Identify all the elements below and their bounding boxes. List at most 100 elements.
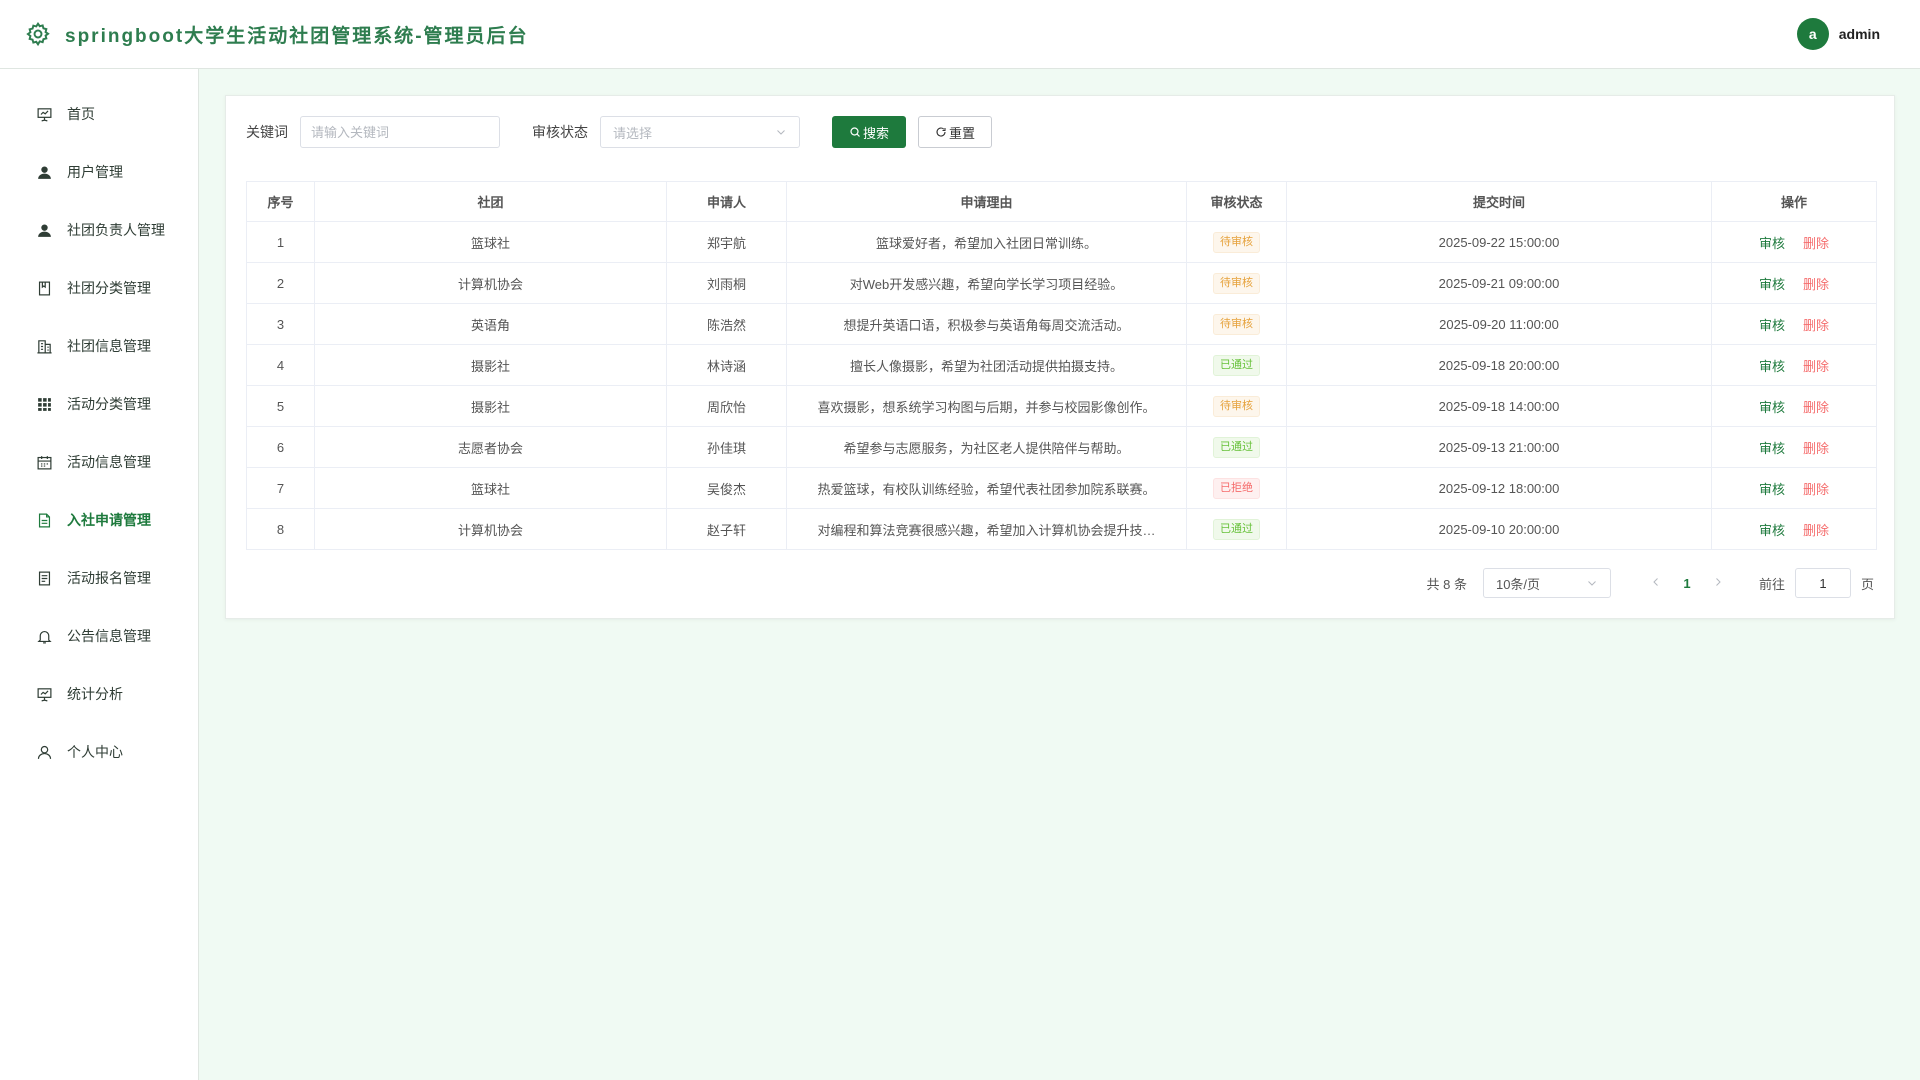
cell-time: 2025-09-20 11:00:00 <box>1286 303 1712 345</box>
sidebar-item-label: 社团分类管理 <box>67 280 151 296</box>
username[interactable]: admin <box>1839 26 1880 42</box>
presentation-icon <box>35 105 53 123</box>
cell-applicant: 郑宇航 <box>666 221 787 263</box>
column-header: 申请人 <box>666 181 787 222</box>
prev-page-button[interactable] <box>1645 576 1667 591</box>
goto-page-input[interactable] <box>1794 568 1851 598</box>
cell-applicant: 吴俊杰 <box>666 467 787 509</box>
cell-club: 篮球社 <box>314 221 667 263</box>
cell-actions: 审核 删除 <box>1711 303 1877 345</box>
sidebar-item-label: 公告信息管理 <box>67 628 151 644</box>
search-icon <box>850 127 860 137</box>
review-link[interactable]: 审核 <box>1759 400 1785 415</box>
chevron-right-icon <box>1716 577 1721 586</box>
cell-applicant: 陈浩然 <box>666 303 787 345</box>
sidebar-item-home[interactable]: 首页 <box>0 85 198 143</box>
delete-link[interactable]: 删除 <box>1803 236 1829 251</box>
delete-link[interactable]: 删除 <box>1803 400 1829 415</box>
review-link[interactable]: 审核 <box>1759 359 1785 374</box>
sidebar-item-activity-registrations[interactable]: 活动报名管理 <box>0 549 198 607</box>
user-icon <box>35 743 53 761</box>
sidebar-item-club-leaders[interactable]: 社团负责人管理 <box>0 201 198 259</box>
delete-link[interactable]: 删除 <box>1803 441 1829 456</box>
total-count: 共 8 条 <box>1426 576 1467 592</box>
status-badge: 待审核 <box>1213 395 1260 417</box>
cell-club: 计算机协会 <box>314 508 667 550</box>
keyword-input[interactable] <box>300 116 500 148</box>
page-size-value: 10条/页 <box>1495 576 1541 592</box>
sidebar-item-membership-applications[interactable]: 入社申请管理 <box>0 491 198 549</box>
chevron-down-icon <box>777 130 785 135</box>
cell-reason: 对编程和算法竞赛很感兴趣，希望加入计算机协会提升技… <box>786 508 1187 550</box>
delete-link[interactable]: 删除 <box>1803 359 1829 374</box>
cell-time: 2025-09-18 14:00:00 <box>1286 385 1712 427</box>
cell-reason: 擅长人像摄影，希望为社团活动提供拍摄支持。 <box>786 344 1187 386</box>
cell-reason: 想提升英语口语，积极参与英语角每周交流活动。 <box>786 303 1187 345</box>
reset-button[interactable]: 重置 <box>918 116 992 148</box>
sidebar-item-statistics[interactable]: 统计分析 <box>0 665 198 723</box>
applications-table: 序号 社团 申请人 申请理由 审核状态 提交时间 操作 1 篮球社 郑宇航 篮球… <box>246 181 1877 550</box>
cell-applicant: 赵子轩 <box>666 508 787 550</box>
top-header: springboot大学生活动社团管理系统-管理员后台 a admin <box>0 0 1920 69</box>
user-solid-icon <box>35 221 53 239</box>
page-unit-label: 页 <box>1860 576 1874 592</box>
delete-link[interactable]: 删除 <box>1803 277 1829 292</box>
next-page-button[interactable] <box>1707 576 1729 591</box>
status-badge: 已通过 <box>1213 518 1260 540</box>
sidebar-item-club-categories[interactable]: 社团分类管理 <box>0 259 198 317</box>
cell-reason: 对Web开发感兴趣，希望向学长学习项目经验。 <box>786 262 1187 304</box>
sidebar-item-users[interactable]: 用户管理 <box>0 143 198 201</box>
table-row: 5 摄影社 周欣怡 喜欢摄影，想系统学习构图与后期，并参与校园影像创作。 待审核… <box>246 385 1877 427</box>
notebook-icon <box>35 279 53 297</box>
sidebar-item-label: 首页 <box>67 106 95 122</box>
table-row: 1 篮球社 郑宇航 篮球爱好者，希望加入社团日常训练。 待审核 2025-09-… <box>246 221 1877 263</box>
cell-no: 8 <box>246 508 315 550</box>
delete-link[interactable]: 删除 <box>1803 482 1829 497</box>
sidebar: 首页 用户管理 社团负责人管理 社团分类管理 社团信息管理 活动分类管理 活动信… <box>0 69 199 1080</box>
status-label: 审核状态 <box>532 124 588 140</box>
office-building-icon <box>35 337 53 355</box>
cell-actions: 审核 删除 <box>1711 467 1877 509</box>
cell-actions: 审核 删除 <box>1711 344 1877 386</box>
user-menu[interactable]: a admin <box>1796 18 1880 50</box>
cell-actions: 审核 删除 <box>1711 508 1877 550</box>
review-link[interactable]: 审核 <box>1759 318 1785 333</box>
cell-time: 2025-09-10 20:00:00 <box>1286 508 1712 550</box>
presentation-icon <box>35 685 53 703</box>
content-card: 关键词 审核状态 请选择 搜索 重置 序号 社团 申请人 申请理由 审核 <box>225 95 1895 619</box>
page-size-select[interactable]: 10条/页 <box>1482 568 1611 598</box>
page-number-current[interactable]: 1 <box>1677 576 1697 591</box>
status-badge: 待审核 <box>1213 231 1260 253</box>
delete-link[interactable]: 删除 <box>1803 318 1829 333</box>
status-select[interactable]: 请选择 <box>600 116 800 148</box>
cell-time: 2025-09-12 18:00:00 <box>1286 467 1712 509</box>
review-link[interactable]: 审核 <box>1759 441 1785 456</box>
gear-icon <box>26 21 50 47</box>
cell-applicant: 林诗涵 <box>666 344 787 386</box>
cell-status: 待审核 <box>1186 303 1287 345</box>
table-row: 8 计算机协会 赵子轩 对编程和算法竞赛很感兴趣，希望加入计算机协会提升技… 已… <box>246 508 1877 550</box>
sidebar-item-announcements[interactable]: 公告信息管理 <box>0 607 198 665</box>
sidebar-item-label: 活动分类管理 <box>67 396 151 412</box>
cell-actions: 审核 删除 <box>1711 221 1877 263</box>
sidebar-item-label: 入社申请管理 <box>67 512 151 528</box>
search-button-label: 搜索 <box>862 125 889 141</box>
review-link[interactable]: 审核 <box>1759 236 1785 251</box>
pagination: 共 8 条 10条/页 1 前往 页 <box>1426 568 1874 598</box>
review-link[interactable]: 审核 <box>1759 277 1785 292</box>
sidebar-item-label: 统计分析 <box>67 686 123 702</box>
search-button[interactable]: 搜索 <box>832 116 906 148</box>
sidebar-item-profile[interactable]: 个人中心 <box>0 723 198 781</box>
cell-no: 2 <box>246 262 315 304</box>
sidebar-item-club-info[interactable]: 社团信息管理 <box>0 317 198 375</box>
delete-link[interactable]: 删除 <box>1803 523 1829 538</box>
sidebar-item-activity-info[interactable]: 活动信息管理 <box>0 433 198 491</box>
sidebar-item-activity-categories[interactable]: 活动分类管理 <box>0 375 198 433</box>
review-link[interactable]: 审核 <box>1759 523 1785 538</box>
table-row: 4 摄影社 林诗涵 擅长人像摄影，希望为社团活动提供拍摄支持。 已通过 2025… <box>246 344 1877 386</box>
sidebar-item-label: 用户管理 <box>67 164 123 180</box>
avatar[interactable]: a <box>1796 18 1829 50</box>
tickets-icon <box>35 569 53 587</box>
column-header: 序号 <box>246 181 315 222</box>
review-link[interactable]: 审核 <box>1759 482 1785 497</box>
